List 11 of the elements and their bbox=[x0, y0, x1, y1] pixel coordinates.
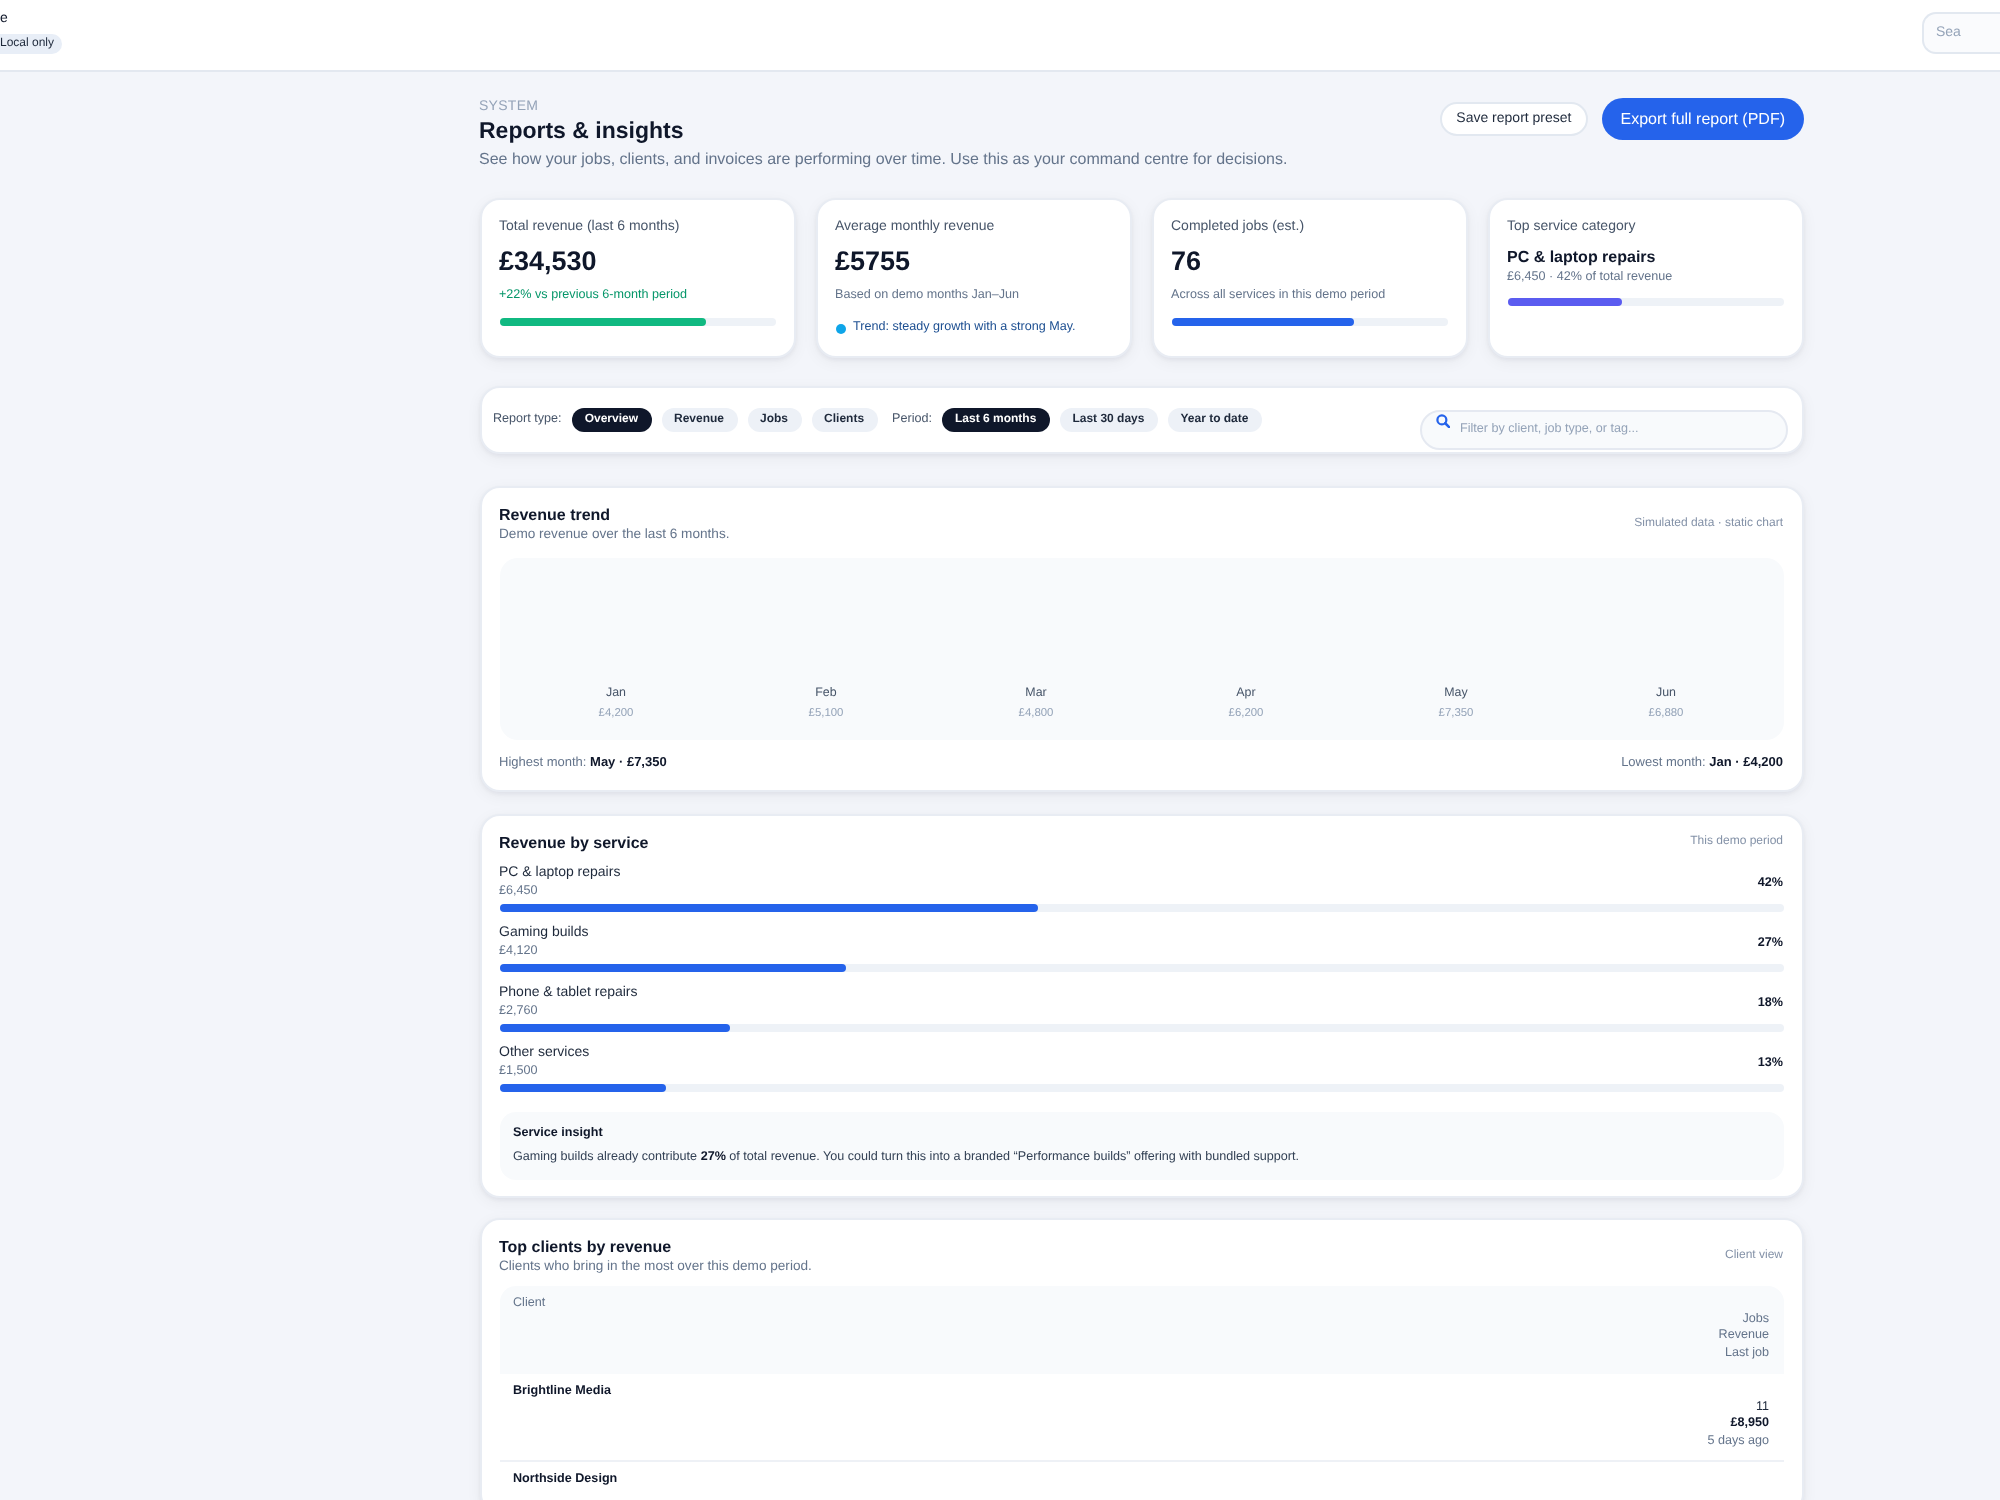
section-title: Revenue by service bbox=[499, 832, 649, 854]
export-button[interactable]: Export full report (PDF) bbox=[1602, 98, 1803, 140]
section-title: Top clients by revenue bbox=[499, 1236, 674, 1258]
category-name: PC & laptop repairs bbox=[1507, 245, 1658, 267]
search-icon bbox=[1435, 413, 1449, 427]
kpi-value: £5755 bbox=[835, 246, 913, 278]
section-title: Revenue trend bbox=[499, 503, 613, 525]
page-description: See how your jobs, clients, and invoices are performing over time. Use this as your command centre for decisions. bbox=[479, 149, 1288, 169]
kpi-value: 76 bbox=[1171, 246, 1204, 278]
kpi-value: £34,530 bbox=[499, 246, 599, 278]
page-title: Reports & insights bbox=[479, 117, 686, 147]
